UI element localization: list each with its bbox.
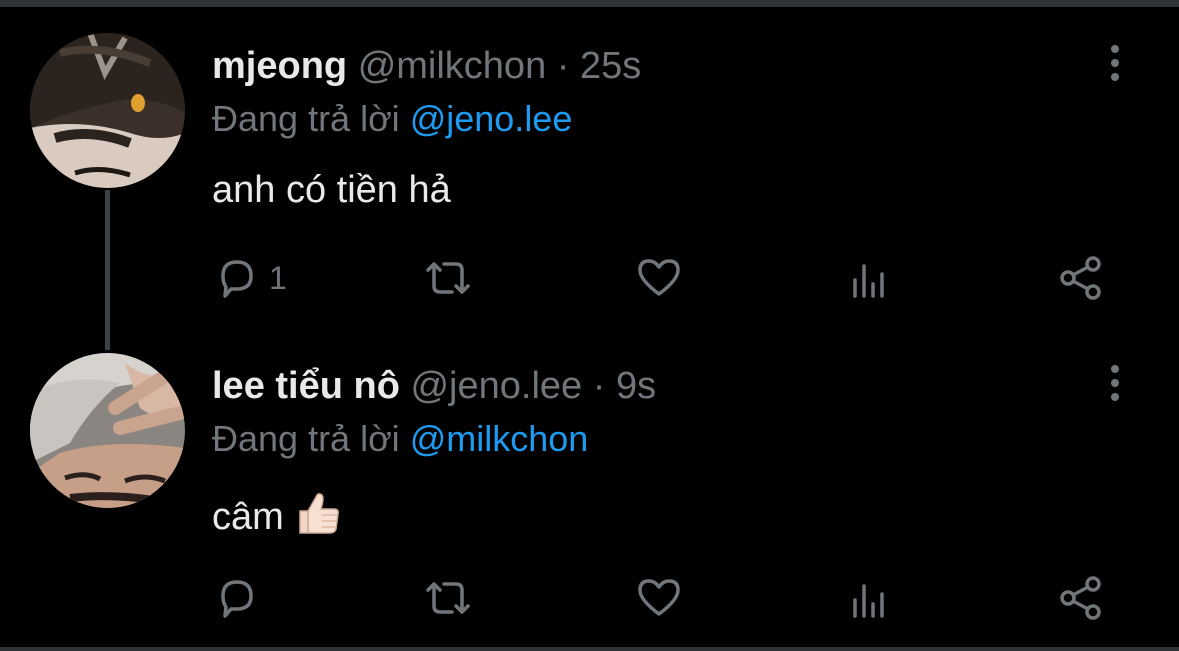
views-button[interactable]: [850, 253, 890, 303]
retweet-button[interactable]: [422, 253, 474, 303]
retweet-icon: [426, 262, 470, 294]
like-button[interactable]: [636, 253, 682, 303]
reply-icon: [221, 580, 253, 618]
share-button[interactable]: [1058, 253, 1104, 303]
reply-count: 1: [269, 259, 287, 296]
bottom-divider: [0, 647, 1179, 651]
views-button[interactable]: [850, 573, 890, 623]
share-icon: [1060, 576, 1101, 620]
replying-to: Đang trả lời @milkchon: [212, 417, 588, 461]
tweet-text-content: anh có tiền hả: [212, 169, 451, 211]
tweet-header: mjeong @milkchon · 25s: [212, 44, 641, 88]
like-icon: [638, 259, 680, 296]
replying-to: Đang trả lời @jeno.lee: [212, 97, 572, 141]
timestamp[interactable]: 9s: [616, 365, 656, 407]
retweet-icon: [426, 582, 470, 614]
display-name[interactable]: mjeong: [212, 45, 347, 87]
thread-connector-line: [105, 190, 110, 350]
like-icon: [638, 579, 680, 616]
tweet-text: anh có tiền hả: [212, 167, 451, 213]
user-handle[interactable]: @milkchon: [358, 45, 547, 87]
tweet-text: câm: [212, 489, 342, 548]
top-divider: [0, 0, 1179, 7]
retweet-button[interactable]: [422, 573, 474, 623]
replying-to-handle[interactable]: @milkchon: [410, 418, 589, 459]
like-button[interactable]: [636, 573, 682, 623]
more-options-icon[interactable]: [1103, 44, 1127, 84]
share-button[interactable]: [1058, 573, 1104, 623]
reply-button[interactable]: 1: [215, 253, 287, 303]
reply-icon: [221, 260, 253, 298]
timestamp[interactable]: 25s: [580, 45, 641, 87]
views-icon: [853, 584, 884, 618]
separator-dot: ·: [592, 365, 606, 407]
display-name[interactable]: lee tiểu nô: [212, 365, 400, 407]
replying-to-label: Đang trả lời: [212, 418, 400, 459]
user-handle[interactable]: @jeno.lee: [410, 365, 582, 407]
more-options-icon[interactable]: [1103, 364, 1127, 404]
separator-dot: ·: [556, 45, 570, 87]
avatar-lee-tieu-no[interactable]: [30, 353, 185, 508]
avatar-mjeong[interactable]: [30, 33, 185, 188]
reply-button[interactable]: [215, 573, 269, 623]
views-icon: [853, 264, 884, 298]
tweet-header: lee tiểu nô @jeno.lee · 9s: [212, 364, 656, 408]
replying-to-label: Đang trả lời: [212, 98, 400, 139]
tweet-text-content: câm: [212, 496, 284, 538]
share-icon: [1060, 256, 1101, 300]
replying-to-handle[interactable]: @jeno.lee: [410, 98, 573, 139]
thumbs-up-emoji: [294, 489, 342, 548]
